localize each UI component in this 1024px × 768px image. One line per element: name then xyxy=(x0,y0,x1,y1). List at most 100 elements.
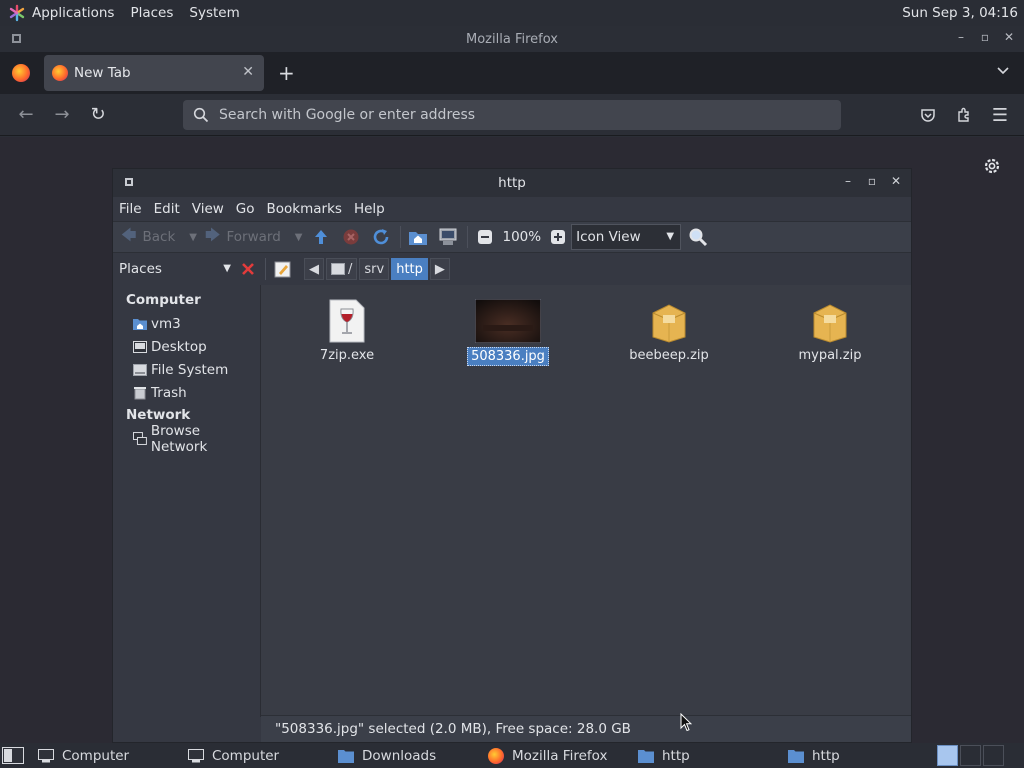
reload-icon[interactable]: ↻ xyxy=(80,100,116,130)
workspace-1[interactable] xyxy=(937,745,958,766)
sidebar-heading-computer: Computer xyxy=(126,292,201,308)
maximize-icon[interactable]: ▫ xyxy=(865,174,879,188)
firefox-titlebar: Mozilla Firefox – ▫ ✕ xyxy=(0,26,1024,52)
forward-label: Forward xyxy=(226,229,281,245)
menu-edit[interactable]: Edit xyxy=(154,201,180,217)
pocket-icon[interactable] xyxy=(910,100,946,130)
status-bar: "508336.jpg" selected (2.0 MB), Free spa… xyxy=(261,715,911,742)
forward-arrow-icon: 🡆 xyxy=(204,225,221,244)
gear-icon[interactable] xyxy=(982,156,1002,176)
breadcrumb-srv[interactable]: srv xyxy=(359,258,390,280)
chevron-down-icon[interactable]: ▼ xyxy=(189,232,197,243)
menu-places[interactable]: Places xyxy=(130,5,173,21)
computer-icon xyxy=(188,748,204,762)
up-arrow-icon[interactable] xyxy=(310,226,332,248)
taskbar-item-http[interactable]: http xyxy=(638,743,788,768)
hamburger-menu-icon[interactable]: ☰ xyxy=(982,100,1018,130)
maximize-icon[interactable]: ▫ xyxy=(978,30,992,44)
zoom-in-icon[interactable] xyxy=(547,226,569,248)
extensions-icon[interactable] xyxy=(946,100,982,130)
file-manager-toolbar: 🡄 Back ▼ 🡆 Forward ▼ 100% Icon View ▼ xyxy=(113,221,911,253)
minimize-icon[interactable]: – xyxy=(954,30,968,44)
chevron-down-icon[interactable]: ▼ xyxy=(295,232,303,243)
file-name: beebeep.zip xyxy=(629,348,709,363)
file-item-selected[interactable]: 508336.jpg xyxy=(453,295,563,366)
taskbar-item-downloads[interactable]: Downloads xyxy=(338,743,488,768)
breadcrumb-prev-icon[interactable]: ◀ xyxy=(304,258,324,280)
drive-icon xyxy=(133,363,147,376)
sidebar-mode-select[interactable]: Places ▼ xyxy=(119,261,231,277)
url-bar[interactable]: Search with Google or enter address xyxy=(183,100,841,130)
taskbar-item-http-2[interactable]: http xyxy=(788,743,928,768)
home-folder-icon[interactable] xyxy=(407,226,429,248)
mouse-cursor-icon xyxy=(680,713,692,732)
sidebar-item-desktop[interactable]: Desktop xyxy=(113,335,260,358)
icon-view[interactable]: 7zip.exe 508336.jpg beebeep.zip mypal.zi… xyxy=(261,285,911,717)
back-arrow-icon[interactable]: ← xyxy=(8,100,44,130)
show-desktop-icon[interactable] xyxy=(2,747,24,764)
firefox-navbar: ← → ↻ Search with Google or enter addres… xyxy=(0,94,1024,136)
file-item[interactable]: beebeep.zip xyxy=(614,295,724,364)
menu-file[interactable]: File xyxy=(119,201,142,217)
search-icon[interactable] xyxy=(687,226,709,248)
tab-close-icon[interactable]: ✕ xyxy=(242,64,254,80)
file-manager-titlebar: http – ▫ ✕ xyxy=(113,169,911,197)
view-mode-select[interactable]: Icon View ▼ xyxy=(571,224,682,250)
window-menu-icon[interactable] xyxy=(12,34,21,43)
location-bar: Places ▼ ◀ / srv http ▶ xyxy=(113,253,911,285)
edit-location-icon[interactable] xyxy=(272,258,294,280)
sidebar-item-file-system[interactable]: File System xyxy=(113,358,260,381)
firefox-favicon-icon xyxy=(52,65,68,81)
menu-bookmarks[interactable]: Bookmarks xyxy=(267,201,342,217)
forward-arrow-icon[interactable]: → xyxy=(44,100,80,130)
zoom-level: 100% xyxy=(502,229,542,245)
close-sidebar-icon[interactable] xyxy=(237,258,259,280)
taskbar-item-computer[interactable]: Computer xyxy=(38,743,188,768)
status-text: "508336.jpg" selected (2.0 MB), Free spa… xyxy=(275,721,631,737)
tab-label: New Tab xyxy=(74,65,131,81)
file-manager-menubar: File Edit View Go Bookmarks Help xyxy=(113,197,911,221)
back-label: Back xyxy=(142,229,176,245)
breadcrumb-root[interactable]: / xyxy=(326,258,358,280)
sidebar-item-trash[interactable]: Trash xyxy=(113,381,260,404)
archive-box-icon xyxy=(813,304,847,343)
forward-button[interactable]: 🡆 Forward ▼ xyxy=(205,225,303,250)
sidebar-item-browse-network[interactable]: Browse Network xyxy=(113,423,260,455)
chevron-down-icon: ▼ xyxy=(666,231,675,242)
taskbar-item-computer-2[interactable]: Computer xyxy=(188,743,338,768)
menu-go[interactable]: Go xyxy=(236,201,255,217)
new-tab-button[interactable]: + xyxy=(278,61,295,85)
close-icon[interactable]: ✕ xyxy=(889,174,903,188)
computer-icon[interactable] xyxy=(437,226,459,248)
taskbar-item-firefox[interactable]: Mozilla Firefox xyxy=(488,743,638,768)
distro-logo-icon[interactable] xyxy=(8,4,26,22)
file-item[interactable]: 7zip.exe xyxy=(292,295,402,364)
breadcrumb-next-icon[interactable]: ▶ xyxy=(429,258,450,280)
clock[interactable]: Sun Sep 3, 04:16 xyxy=(902,5,1018,21)
tab-new-tab[interactable]: New Tab ✕ xyxy=(44,55,264,91)
reload-icon[interactable] xyxy=(370,226,392,248)
firefox-view-icon[interactable] xyxy=(12,64,30,82)
view-mode-value: Icon View xyxy=(576,229,641,245)
stop-icon[interactable] xyxy=(340,226,362,248)
workspace-2[interactable] xyxy=(960,745,981,766)
back-button[interactable]: 🡄 Back ▼ xyxy=(121,225,197,250)
zoom-out-icon[interactable] xyxy=(474,226,496,248)
minimize-icon[interactable]: – xyxy=(841,174,855,188)
list-all-tabs-icon[interactable] xyxy=(996,64,1010,78)
file-item[interactable]: mypal.zip xyxy=(775,295,885,364)
menu-help[interactable]: Help xyxy=(354,201,385,217)
file-manager-title: http xyxy=(498,175,526,191)
menu-applications[interactable]: Applications xyxy=(32,5,114,21)
wine-exe-icon xyxy=(329,299,365,343)
sidebar-item-vm3[interactable]: vm3 xyxy=(113,312,260,335)
folder-icon xyxy=(788,749,804,763)
workspace-3[interactable] xyxy=(983,745,1004,766)
breadcrumb-http[interactable]: http xyxy=(391,258,428,280)
menu-system[interactable]: System xyxy=(189,5,239,21)
menu-view[interactable]: View xyxy=(192,201,224,217)
close-icon[interactable]: ✕ xyxy=(1002,30,1016,44)
window-menu-icon[interactable] xyxy=(125,178,133,186)
trash-icon xyxy=(134,386,146,399)
file-manager-body: Computer vm3 Desktop File System Trash N… xyxy=(113,285,911,717)
